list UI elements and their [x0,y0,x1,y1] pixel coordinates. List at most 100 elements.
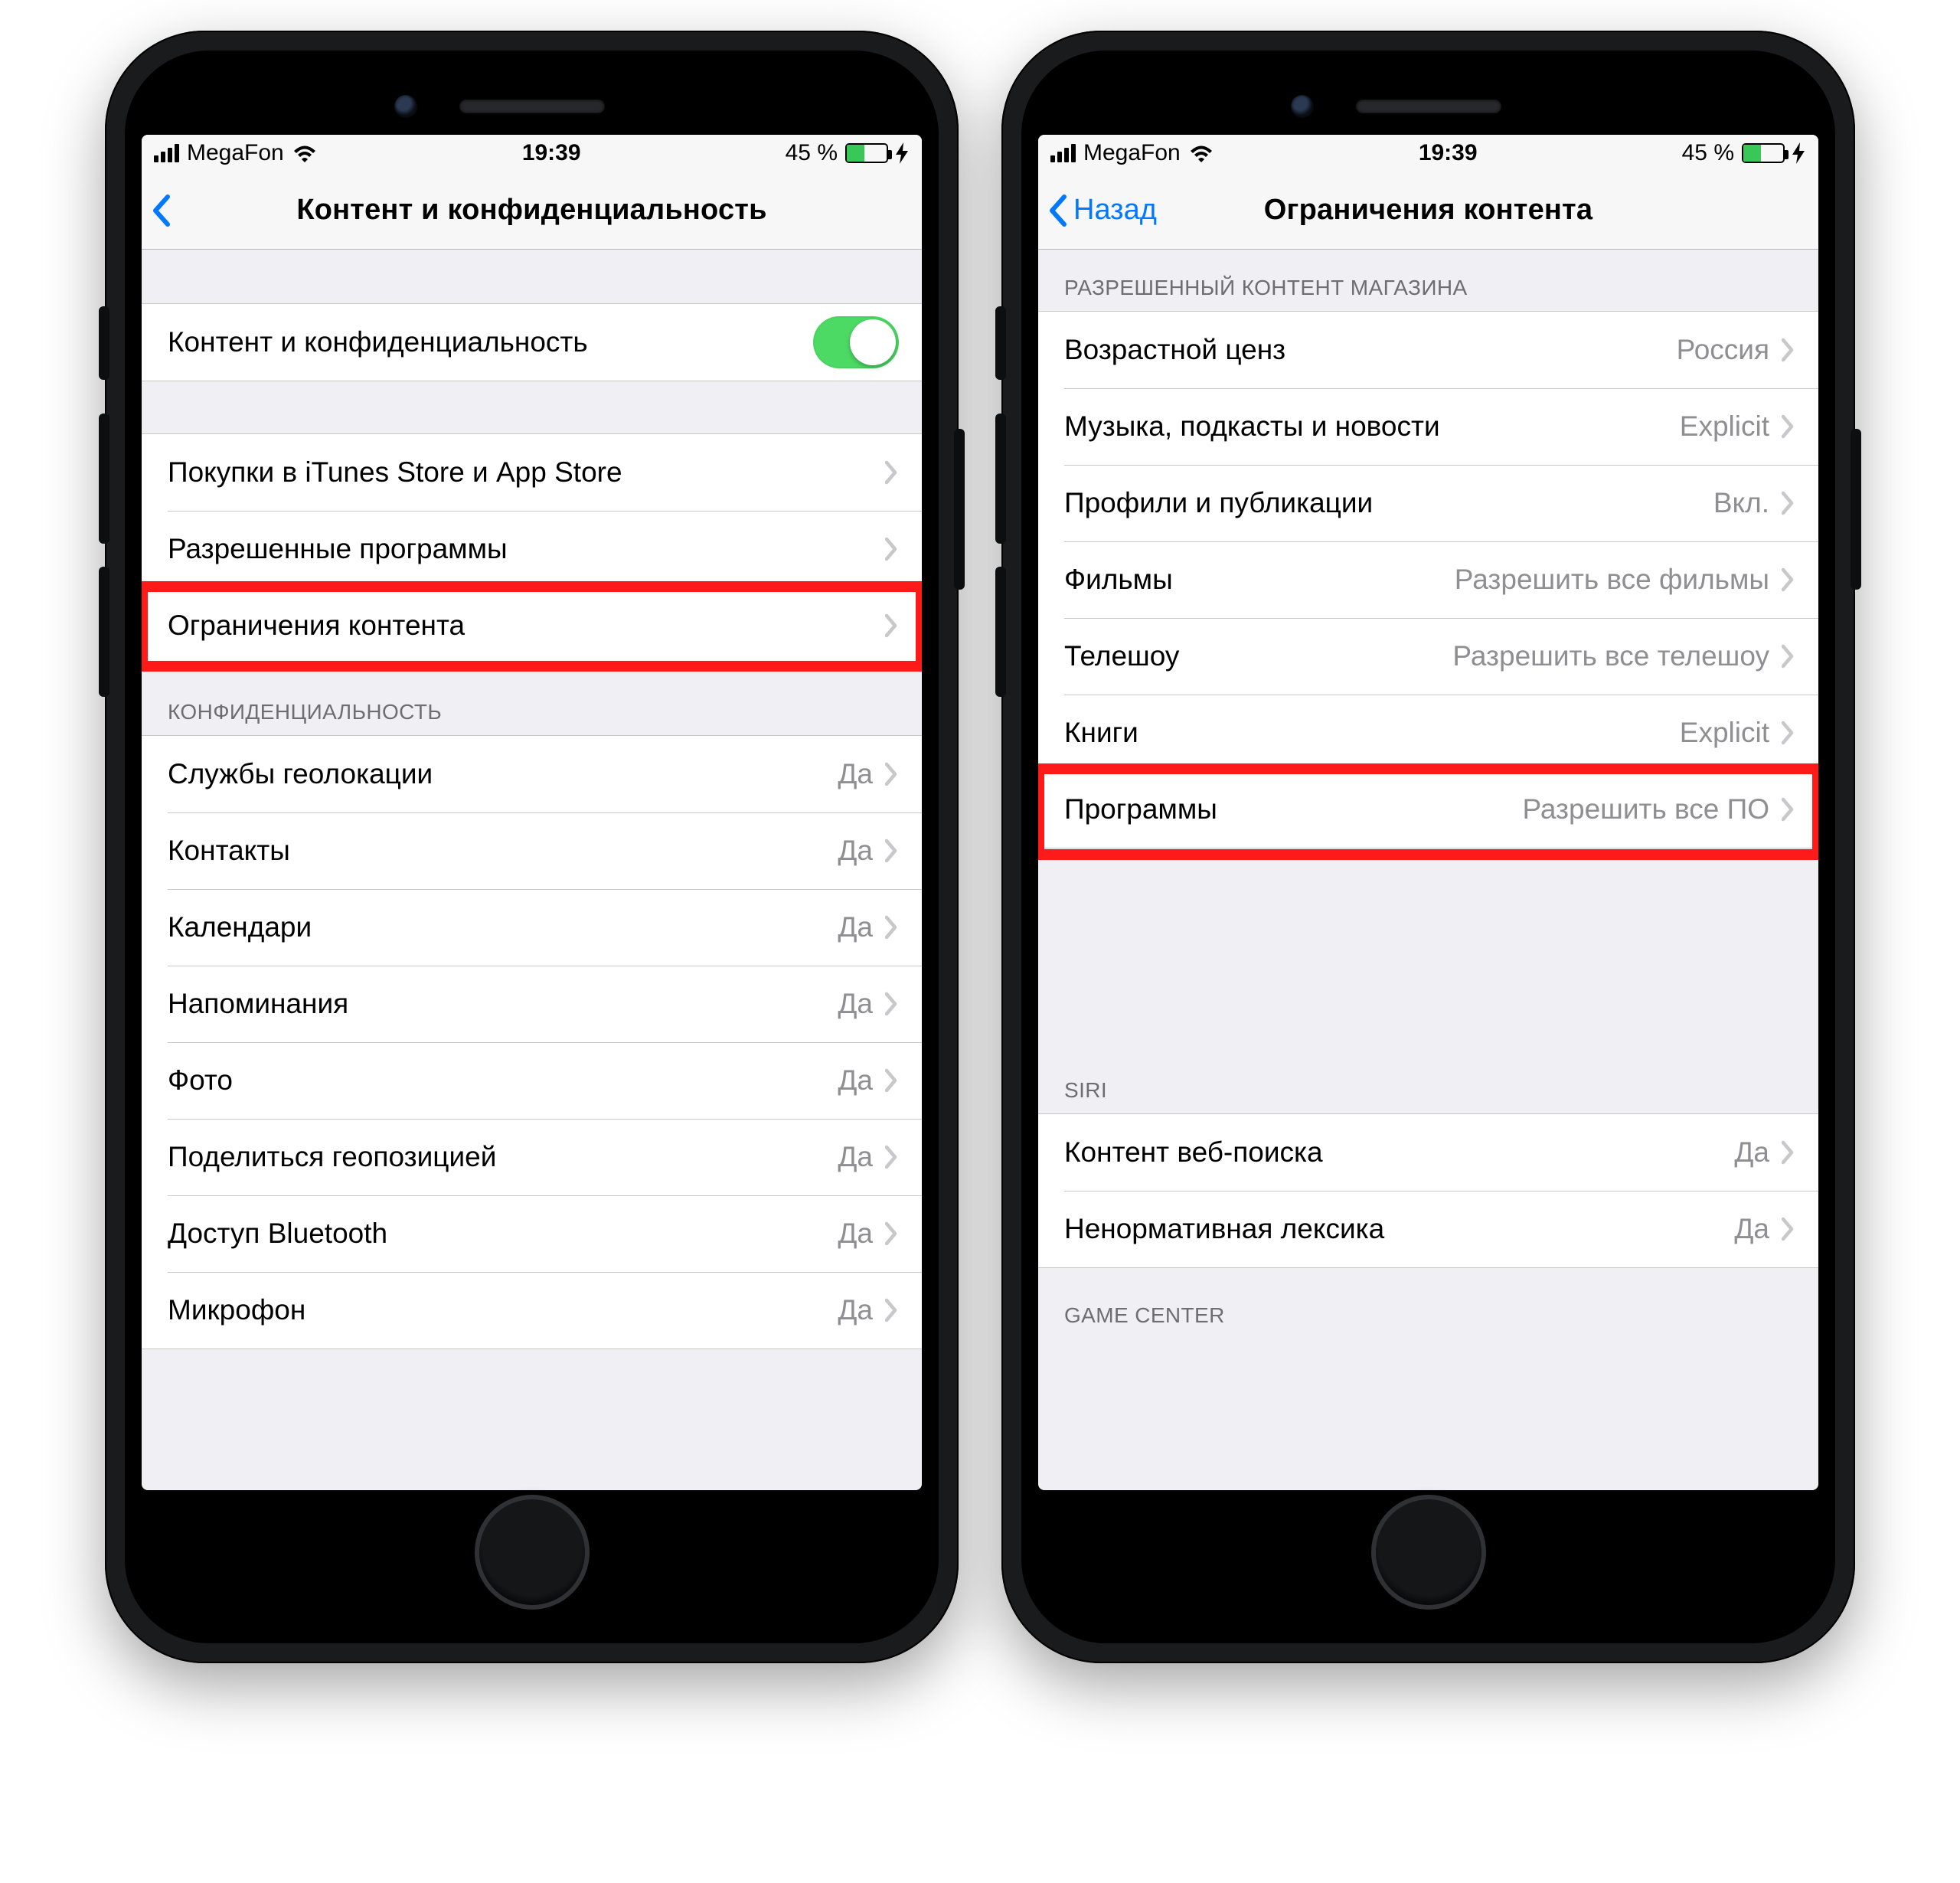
row-label: Микрофон [168,1294,825,1326]
row-reminders[interactable]: Напоминания Да [142,966,922,1042]
row-value: Вкл. [1713,487,1769,519]
row-label: Контакты [168,835,825,867]
row-value: Да [838,1064,873,1097]
row-label: Фильмы [1064,564,1442,596]
row-itunes-purchases[interactable]: Покупки в iTunes Store и App Store [142,434,922,511]
row-label: Фото [168,1064,825,1097]
back-label: Назад [1073,194,1157,227]
row-value: Да [838,1141,873,1173]
front-camera [1291,95,1314,118]
row-value: Explicit [1680,717,1769,749]
back-chevron-icon [149,194,174,227]
chevron-right-icon [1782,1140,1795,1165]
row-label: Возрастной ценз [1064,334,1664,366]
row-allowed-apps[interactable]: Разрешенные программы [142,511,922,587]
row-label: Телешоу [1064,640,1440,672]
row-movies[interactable]: Фильмы Разрешить все фильмы [1038,541,1818,618]
row-web-search-content[interactable]: Контент веб-поиска Да [1038,1114,1818,1191]
row-books[interactable]: Книги Explicit [1038,695,1818,771]
clock: 19:39 [522,140,581,166]
row-value: Да [838,1294,873,1326]
status-bar: MegaFon 19:39 45 % [142,135,922,172]
row-value: Да [1734,1136,1769,1169]
chevron-right-icon [885,762,899,786]
group-siri: SIRI Контент веб-поиска Да Ненормативная… [1038,1063,1818,1268]
row-photos[interactable]: Фото Да [142,1042,922,1119]
row-content-restrictions[interactable]: Ограничения контента [142,587,922,664]
row-value: Россия [1677,334,1769,366]
row-music-podcasts[interactable]: Музыка, подкасты и новости Explicit [1038,388,1818,465]
chevron-right-icon [1782,491,1795,515]
chevron-right-icon [885,460,899,485]
row-microphone[interactable]: Микрофон Да [142,1272,922,1349]
row-value: Разрешить все ПО [1522,793,1769,825]
row-contacts[interactable]: Контакты Да [142,812,922,889]
cell-signal-icon [1050,144,1076,162]
group-store: Разрешенный контент магазина Возрастной … [1038,250,1818,848]
row-explicit-language[interactable]: Ненормативная лексика Да [1038,1191,1818,1267]
screen-left: MegaFon 19:39 45 % Контент и конфиденциа… [142,135,922,1490]
group-header: Разрешенный контент магазина [1038,250,1818,311]
toggle-switch[interactable] [813,316,899,368]
status-bar: MegaFon 19:39 45 % [1038,135,1818,172]
charging-icon [1792,142,1806,164]
list-privacy: Службы геолокации Да Контакты Да Календа… [142,735,922,1349]
row-value: Explicit [1680,410,1769,443]
front-camera [394,95,417,118]
group-game-center: GAME CENTER [1038,1268,1818,1339]
charging-icon [896,142,910,164]
chevron-right-icon [885,1298,899,1322]
row-bluetooth[interactable]: Доступ Bluetooth Да [142,1195,922,1272]
chevron-right-icon [1782,567,1795,592]
chevron-right-icon [885,1221,899,1246]
back-button[interactable] [149,172,174,249]
row-location[interactable]: Службы геолокации Да [142,736,922,812]
back-button[interactable]: Назад [1046,172,1157,249]
nav-bar: Назад Ограничения контента [1038,172,1818,250]
power-button [954,429,965,590]
row-label: Ограничения контента [168,610,873,642]
earpiece [1356,100,1501,113]
earpiece [459,100,605,113]
wifi-icon [292,142,318,164]
row-rating-region[interactable]: Возрастной ценз Россия [1038,312,1818,388]
chevron-right-icon [1782,1217,1795,1241]
chevron-right-icon [885,537,899,561]
list-toggle: Контент и конфиденциальность [142,303,922,381]
nav-bar: Контент и конфиденциальность [142,172,922,250]
volume-down [99,567,109,697]
row-label: Службы геолокации [168,758,825,790]
row-content-privacy-toggle[interactable]: Контент и конфиденциальность [142,304,922,381]
nav-title: Ограничения контента [1264,194,1592,227]
row-label: Книги [1064,717,1668,749]
row-calendars[interactable]: Календари Да [142,889,922,966]
home-button[interactable] [475,1495,590,1610]
carrier: MegaFon [187,140,284,166]
row-value: Да [838,911,873,943]
row-apps[interactable]: Программы Разрешить все ПО [1038,771,1818,848]
back-chevron-icon [1046,194,1070,227]
battery-icon [1742,143,1785,163]
screen-right: MegaFon 19:39 45 % Назад Ограничения кон… [1038,135,1818,1490]
chevron-right-icon [1782,721,1795,745]
chevron-right-icon [885,1068,899,1093]
row-label: Доступ Bluetooth [168,1218,825,1250]
row-share-location[interactable]: Поделиться геопозицией Да [142,1119,922,1195]
chevron-right-icon [885,1145,899,1169]
volume-up [995,414,1006,544]
row-label: Ненормативная лексика [1064,1213,1722,1245]
row-value: Разрешить все телешоу [1452,640,1769,672]
chevron-right-icon [1782,644,1795,669]
chevron-right-icon [1782,338,1795,362]
chevron-right-icon [885,992,899,1016]
row-news-profiles[interactable]: Профили и публикации Вкл. [1038,465,1818,541]
clock: 19:39 [1419,140,1478,166]
home-button[interactable] [1371,1495,1486,1610]
chevron-right-icon [1782,414,1795,439]
list-siri: Контент веб-поиска Да Ненормативная лекс… [1038,1113,1818,1268]
power-button [1851,429,1861,590]
chevron-right-icon [1782,797,1795,822]
row-tv[interactable]: Телешоу Разрешить все телешоу [1038,618,1818,695]
volume-up [99,414,109,544]
row-value: Да [838,988,873,1020]
